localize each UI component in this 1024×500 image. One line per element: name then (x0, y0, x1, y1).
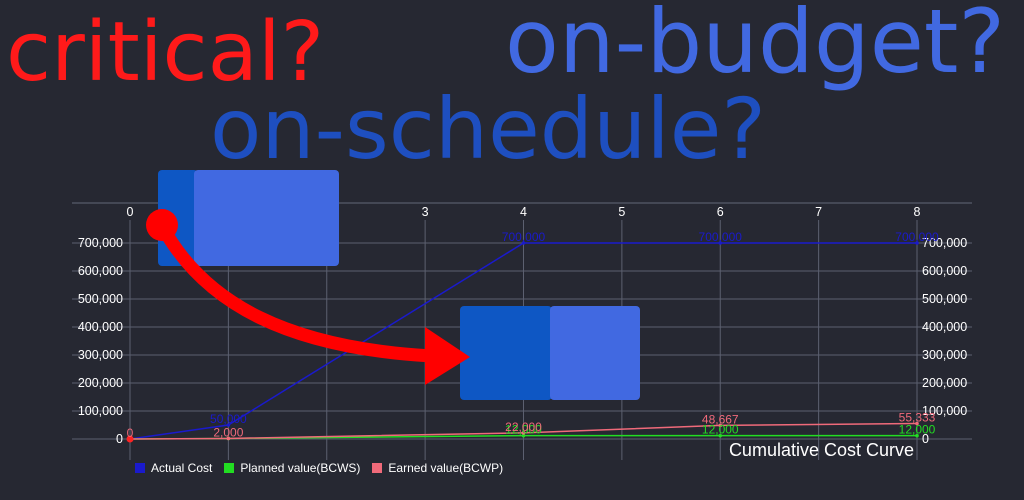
task-block-light-2 (550, 306, 640, 400)
legend-swatch-planned-value (224, 463, 235, 473)
legend-item-actual-cost: Actual Cost (135, 461, 212, 475)
chart-title: Cumulative Cost Curve (728, 440, 914, 460)
on-budget-headline: on-budget? (505, 0, 1006, 93)
x-tick-label: 6 (717, 205, 724, 219)
data-label-0: 700,000 (699, 230, 743, 244)
data-label-0: 700,000 (502, 230, 546, 244)
task-block-dark-2 (460, 306, 552, 400)
y-tick-label-left: 700,000 (78, 236, 123, 250)
on-schedule-headline: on-schedule? (210, 80, 766, 178)
x-tick-label: 4 (520, 205, 527, 219)
x-tick-label: 0 (127, 205, 134, 219)
data-label-1: 12,000 (899, 423, 936, 437)
data-label-2: 48,667 (702, 412, 739, 426)
y-tick-label-left: 0 (116, 432, 123, 446)
y-tick-label-right: 500,000 (922, 292, 967, 306)
task-block-light-1 (194, 170, 339, 266)
y-tick-label-right: 400,000 (922, 320, 967, 334)
data-label-2: 2,000 (213, 425, 243, 439)
legend-label-planned-value: Planned value(BCWS) (240, 461, 361, 475)
y-tick-label-left: 100,000 (78, 404, 123, 418)
y-tick-label-right: 600,000 (922, 264, 967, 278)
data-label-0: 700,000 (895, 230, 939, 244)
y-tick-label-left: 500,000 (78, 292, 123, 306)
legend-label-actual-cost: Actual Cost (151, 461, 213, 475)
y-tick-label-left: 200,000 (78, 376, 123, 390)
legend-swatch-actual-cost (135, 463, 145, 473)
x-tick-label: 5 (618, 205, 625, 219)
data-label-0: 50,000 (210, 412, 247, 426)
legend-item-earned-value: Earned value(BCWP) (372, 461, 503, 475)
legend-item-planned-value: Planned value(BCWS) (224, 461, 360, 475)
legend-swatch-earned-value (372, 463, 383, 473)
arrow-start-dot-icon (146, 209, 178, 241)
x-tick-label: 3 (422, 205, 429, 219)
x-tick-label: 7 (815, 205, 822, 219)
legend-label-earned-value: Earned value(BCWP) (388, 461, 504, 475)
y-tick-label-left: 400,000 (78, 320, 123, 334)
y-tick-label-right: 200,000 (922, 376, 967, 390)
x-tick-label: 8 (914, 205, 921, 219)
data-label-2: 55,333 (899, 411, 936, 425)
y-tick-label-right: 300,000 (922, 348, 967, 362)
data-label-2: 0 (127, 426, 134, 440)
y-tick-label-left: 300,000 (78, 348, 123, 362)
chart-legend: Actual Cost Planned value(BCWS) Earned v… (135, 461, 507, 475)
data-label-2: 22,000 (505, 420, 542, 434)
y-tick-label-left: 600,000 (78, 264, 123, 278)
